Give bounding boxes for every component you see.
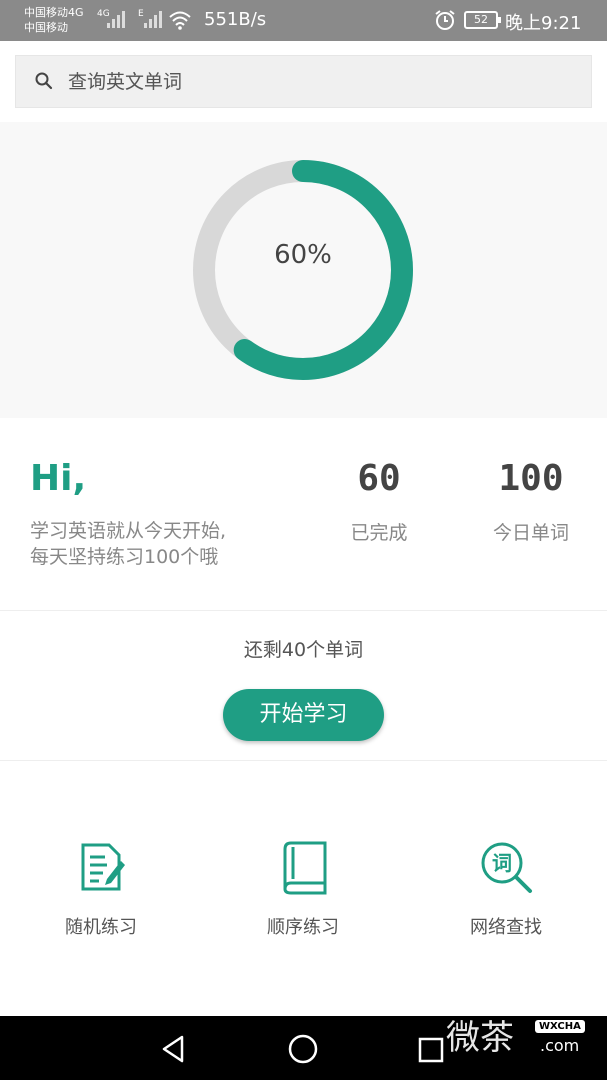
completed-count: 60 bbox=[357, 458, 401, 499]
completed-label: 已完成 bbox=[350, 522, 408, 544]
battery-level: 52 bbox=[474, 13, 488, 26]
stats-section: Hi, 学习英语就从今天开始, 每天坚持练习100个哦 60 已完成 100 今… bbox=[0, 418, 607, 611]
search-input[interactable] bbox=[68, 56, 568, 107]
clock: 晚上9:21 bbox=[505, 13, 582, 34]
motto-line-2: 每天坚持练习100个哦 bbox=[30, 546, 219, 568]
feature-grid: 随机练习 顺序练习 词 网络查找 bbox=[0, 761, 607, 1016]
alarm-icon bbox=[435, 10, 455, 30]
battery-icon: 52 bbox=[464, 11, 501, 29]
search-bar bbox=[0, 41, 607, 122]
carrier-info: 中国移动4G 中国移动 bbox=[24, 5, 84, 35]
feature-sequential-practice[interactable]: 顺序练习 bbox=[223, 839, 383, 939]
feature-label-sequential: 顺序练习 bbox=[267, 917, 339, 938]
daily-word-count: 100 bbox=[498, 458, 564, 499]
back-icon[interactable] bbox=[158, 1033, 190, 1065]
recent-apps-icon[interactable] bbox=[416, 1033, 448, 1065]
network-type-2: E bbox=[138, 9, 144, 19]
svg-text:词: 词 bbox=[492, 851, 512, 875]
start-learning-button[interactable]: 开始学习 bbox=[223, 689, 384, 741]
network-speed: 551B/s bbox=[204, 9, 267, 30]
feature-random-practice[interactable]: 随机练习 bbox=[21, 839, 181, 939]
search-box[interactable] bbox=[15, 55, 592, 108]
status-bar: 中国移动4G 中国移动 4G E 551B/s 52 晚上9:21 bbox=[0, 0, 607, 41]
watermark-badge: WXCHA bbox=[535, 1020, 585, 1033]
wifi-icon bbox=[169, 11, 191, 30]
carrier-line-2: 中国移动 bbox=[24, 21, 68, 34]
greeting: Hi, bbox=[30, 458, 87, 499]
remaining-words: 还剩40个单词 bbox=[243, 639, 364, 661]
watermark-domain: .com bbox=[540, 1036, 580, 1055]
book-icon bbox=[283, 841, 327, 895]
motto: 学习英语就从今天开始, 每天坚持练习100个哦 bbox=[30, 518, 290, 570]
progress-percent: 60% bbox=[274, 240, 332, 270]
watermark-logo: 微茶 bbox=[446, 1018, 514, 1058]
signal-icon bbox=[107, 11, 125, 28]
search-icon bbox=[35, 72, 53, 90]
progress-section: 60% bbox=[0, 122, 607, 418]
motto-line-1: 学习英语就从今天开始, bbox=[30, 520, 227, 542]
home-icon[interactable] bbox=[287, 1033, 319, 1065]
carrier-line-1: 中国移动4G bbox=[24, 6, 84, 19]
random-practice-icon bbox=[81, 843, 125, 891]
word-search-icon: 词 bbox=[481, 842, 532, 893]
feature-label-random: 随机练习 bbox=[65, 917, 137, 938]
daily-word-label: 今日单词 bbox=[492, 522, 569, 544]
progress-ring bbox=[193, 160, 413, 380]
remaining-section: 还剩40个单词 开始学习 bbox=[0, 611, 607, 761]
signal-icon-2 bbox=[144, 11, 162, 28]
feature-web-search[interactable]: 词 网络查找 bbox=[426, 839, 586, 939]
feature-label-web-search: 网络查找 bbox=[470, 917, 542, 938]
navigation-bar bbox=[0, 1016, 607, 1080]
